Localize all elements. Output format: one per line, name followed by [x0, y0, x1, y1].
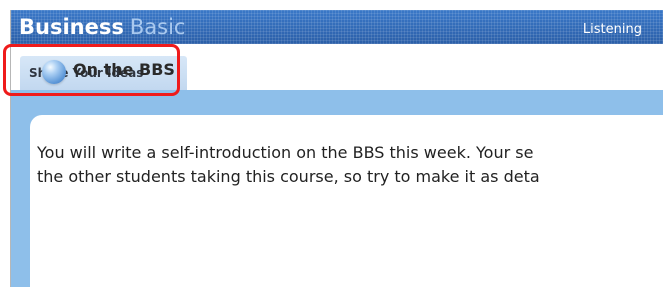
course-title: Business Basic [19, 13, 185, 41]
top-header: Business Basic Listening [11, 10, 663, 44]
nav-listening-link[interactable]: Listening [583, 21, 642, 39]
course-title-strong: Business [19, 15, 124, 39]
course-title-level: Basic [129, 15, 186, 39]
instruction-text: You will write a self-introduction on th… [37, 141, 663, 189]
highlight-box [3, 44, 180, 96]
instruction-line-2: the other students taking this course, s… [37, 167, 540, 186]
instruction-line-1: You will write a self-introduction on th… [37, 143, 534, 162]
